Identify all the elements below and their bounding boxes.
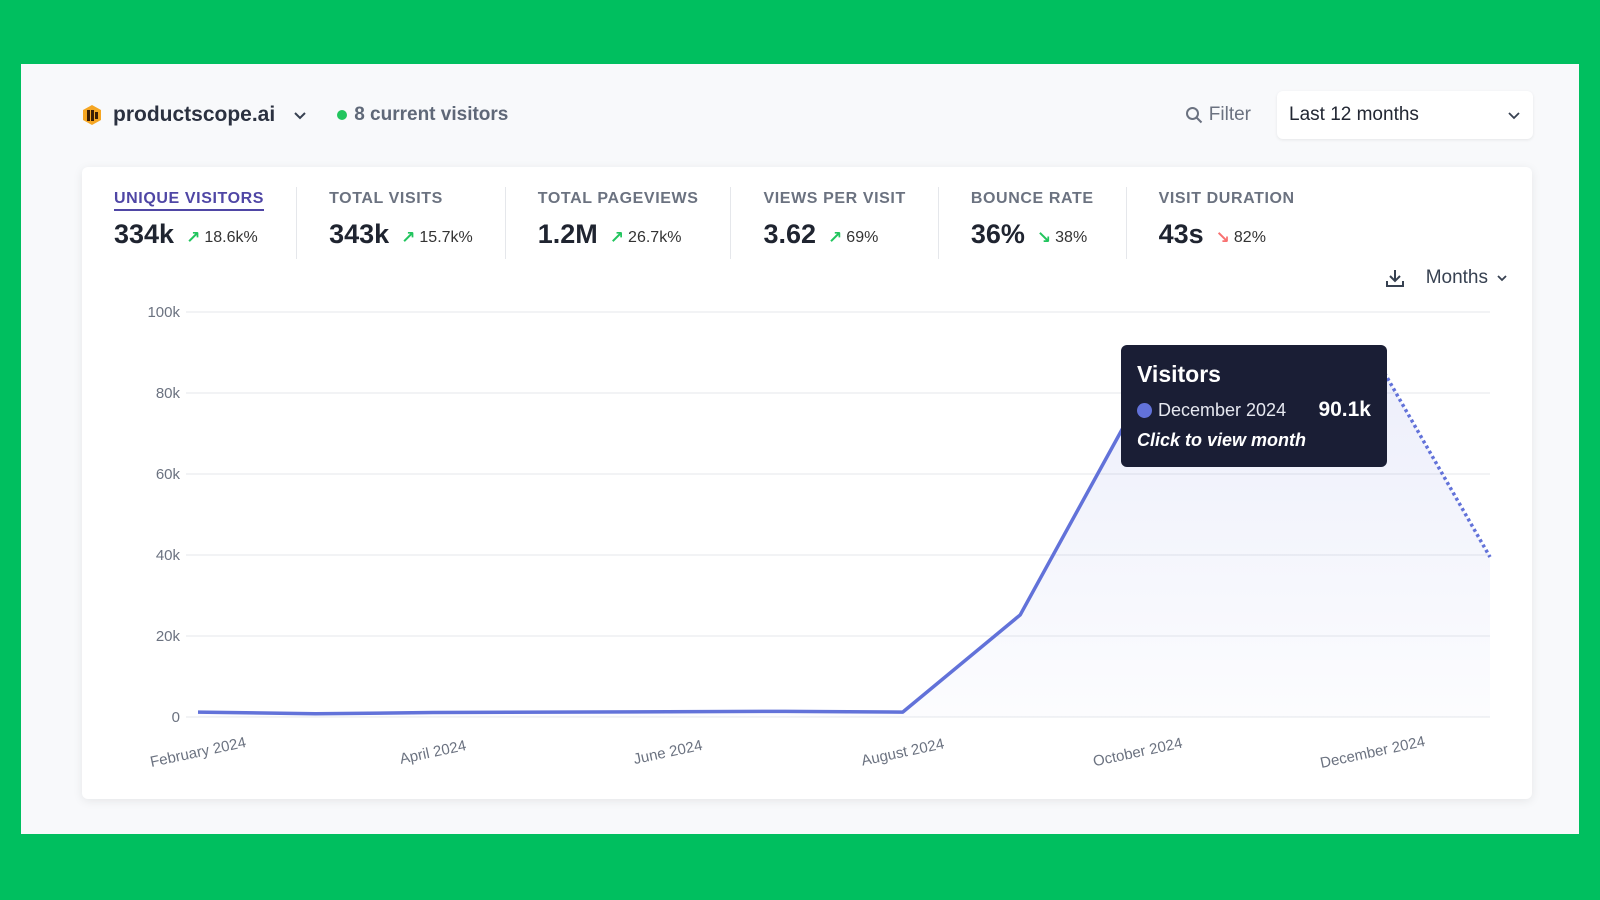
tooltip-month: December 2024 bbox=[1158, 399, 1287, 420]
y-tick-label: 0 bbox=[172, 709, 180, 726]
y-tick-label: 100k bbox=[147, 304, 180, 321]
y-tick-label: 60k bbox=[156, 466, 181, 483]
chevron-down-icon bbox=[1508, 112, 1520, 120]
tooltip-value: 90.1k bbox=[1318, 398, 1371, 421]
series-dot-icon bbox=[1137, 402, 1152, 418]
period-label: Last 12 months bbox=[1289, 104, 1419, 125]
visitors-chart[interactable]: 0 20k 40k 60k 80k 100k February 2024 April 2024… bbox=[82, 167, 1532, 799]
filter-label: Filter bbox=[1208, 104, 1251, 125]
current-visitors[interactable]: 8 current visitors bbox=[337, 104, 508, 126]
site-name: productscope.ai bbox=[113, 103, 276, 126]
search-icon bbox=[1185, 107, 1202, 124]
top-bar: productscope.ai 8 current visitors Filte… bbox=[81, 90, 1533, 140]
live-dot-icon bbox=[337, 110, 348, 120]
tooltip-hint: Click to view month bbox=[1137, 430, 1307, 450]
x-tick-label: December 2024 bbox=[1319, 733, 1427, 772]
y-tick-label: 80k bbox=[156, 385, 181, 402]
stats-chart-card: UNIQUE VISITORS 334k ↗ 18.6k% TOTAL VISITS 34… bbox=[82, 167, 1532, 799]
site-switcher[interactable]: productscope.ai bbox=[81, 103, 307, 127]
x-tick-label: April 2024 bbox=[398, 737, 468, 768]
x-tick-label: August 2024 bbox=[860, 735, 946, 769]
current-visitors-label: 8 current visitors bbox=[354, 104, 509, 125]
tooltip-title: Visitors bbox=[1137, 361, 1221, 387]
x-tick-label: October 2024 bbox=[1092, 735, 1184, 771]
site-logo-icon bbox=[83, 105, 101, 125]
x-tick-label: June 2024 bbox=[632, 737, 704, 768]
x-tick-label: February 2024 bbox=[149, 734, 248, 771]
dashboard-frame: productscope.ai 8 current visitors Filte… bbox=[21, 64, 1579, 834]
period-select[interactable]: Last 12 months bbox=[1277, 91, 1533, 139]
chevron-down-icon bbox=[294, 112, 306, 120]
chart-tooltip[interactable]: Visitors December 2024 90.1k Click to vi… bbox=[1121, 345, 1387, 467]
y-tick-label: 40k bbox=[156, 547, 181, 564]
y-tick-label: 20k bbox=[156, 628, 181, 645]
filter-button[interactable]: Filter bbox=[1185, 104, 1251, 126]
